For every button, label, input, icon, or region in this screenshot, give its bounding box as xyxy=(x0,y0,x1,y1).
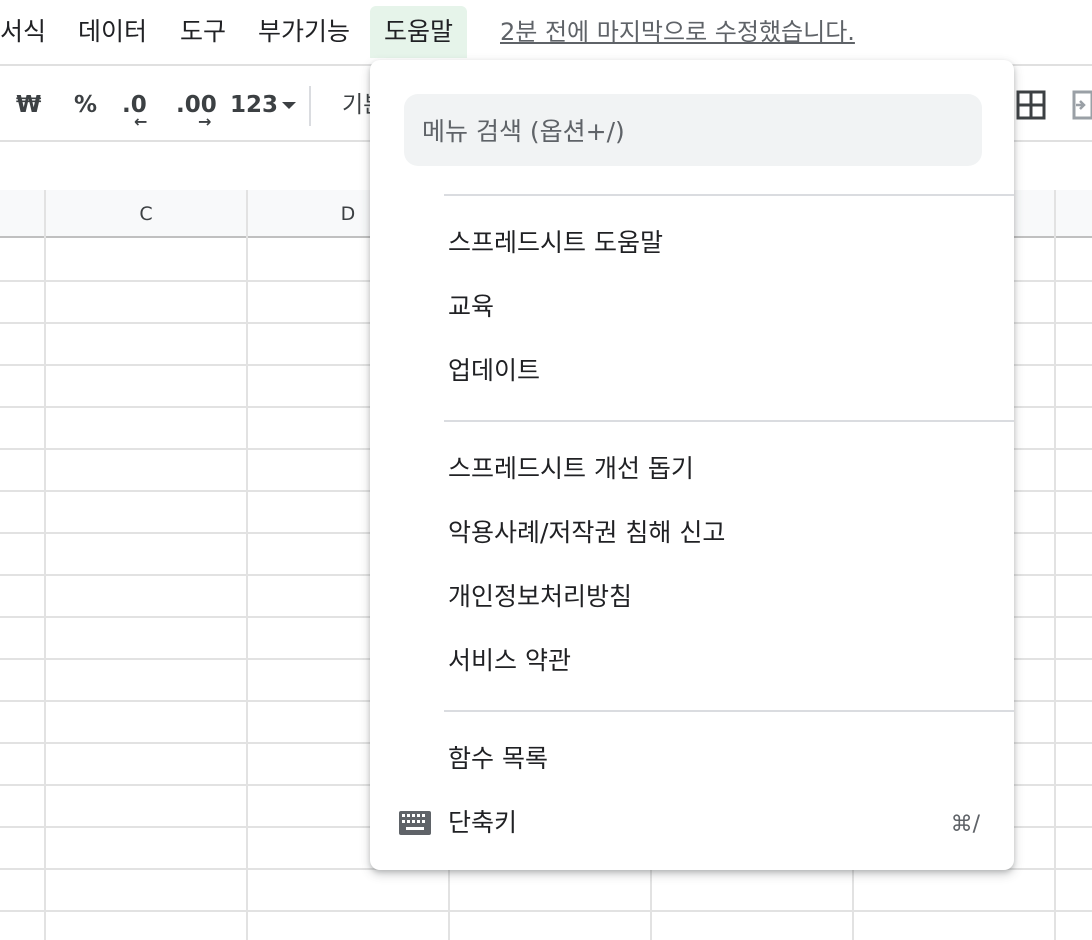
percent-format-button[interactable]: % xyxy=(74,86,97,124)
borders-icon[interactable] xyxy=(1016,90,1046,120)
menu-data[interactable]: 데이터 xyxy=(78,6,147,58)
menu-item-report-abuse[interactable]: 악용사례/저작권 침해 신고 xyxy=(448,508,725,558)
menu-divider xyxy=(444,194,1014,196)
column-header-c[interactable]: C xyxy=(46,190,246,238)
more-formats-label: 123 xyxy=(230,92,279,118)
more-formats-button[interactable]: 123 xyxy=(230,86,297,124)
grid-line xyxy=(0,910,1092,912)
arrow-right-icon: → xyxy=(198,112,212,131)
decrease-decimal-button[interactable]: .0 ← xyxy=(122,86,147,130)
menu-item-updates[interactable]: 업데이트 xyxy=(448,346,540,396)
font-select[interactable]: 기본 xyxy=(342,86,370,124)
toolbar-separator xyxy=(309,86,311,126)
menu-item-privacy-policy[interactable]: 개인정보처리방침 xyxy=(448,572,632,622)
menu-item-sheets-help[interactable]: 스프레드시트 도움말 xyxy=(448,218,663,268)
menu-bar: 서식 데이터 도구 부가기능 도움말 2분 전에 마지막으로 수정했습니다. xyxy=(0,0,1092,64)
menu-item-terms-of-service[interactable]: 서비스 약관 xyxy=(448,636,571,686)
menu-item-keyboard-shortcuts[interactable]: 단축키 xyxy=(448,798,517,848)
menu-divider xyxy=(444,710,1014,712)
merge-cells-icon[interactable] xyxy=(1070,90,1092,120)
last-edit-link[interactable]: 2분 전에 마지막으로 수정했습니다. xyxy=(500,6,855,58)
menu-item-function-list[interactable]: 함수 목록 xyxy=(448,734,548,784)
menu-divider xyxy=(444,420,1014,422)
arrow-left-icon: ← xyxy=(134,112,148,131)
menu-search-box[interactable] xyxy=(404,94,982,168)
menu-item-training[interactable]: 교육 xyxy=(448,282,494,332)
increase-decimal-button[interactable]: .00 → xyxy=(176,86,217,130)
spreadsheet-window: 서식 데이터 도구 부가기능 도움말 2분 전에 마지막으로 수정했습니다. ₩… xyxy=(0,0,1092,940)
currency-format-button[interactable]: ₩ xyxy=(16,86,41,124)
shortcut-hint: ⌘/ xyxy=(950,812,980,837)
help-menu-dropdown: 스프레드시트 도움말 교육 업데이트 스프레드시트 개선 돕기 악용사례/저작권… xyxy=(370,60,1014,870)
keyboard-icon xyxy=(399,811,431,835)
menu-search-input[interactable] xyxy=(420,94,964,168)
menu-item-help-improve[interactable]: 스프레드시트 개선 돕기 xyxy=(448,444,694,494)
caret-down-icon xyxy=(282,102,297,109)
menu-format[interactable]: 서식 xyxy=(0,6,46,58)
menu-tools[interactable]: 도구 xyxy=(180,6,226,58)
menu-help[interactable]: 도움말 xyxy=(370,6,468,58)
menu-addons[interactable]: 부가기능 xyxy=(258,6,350,58)
